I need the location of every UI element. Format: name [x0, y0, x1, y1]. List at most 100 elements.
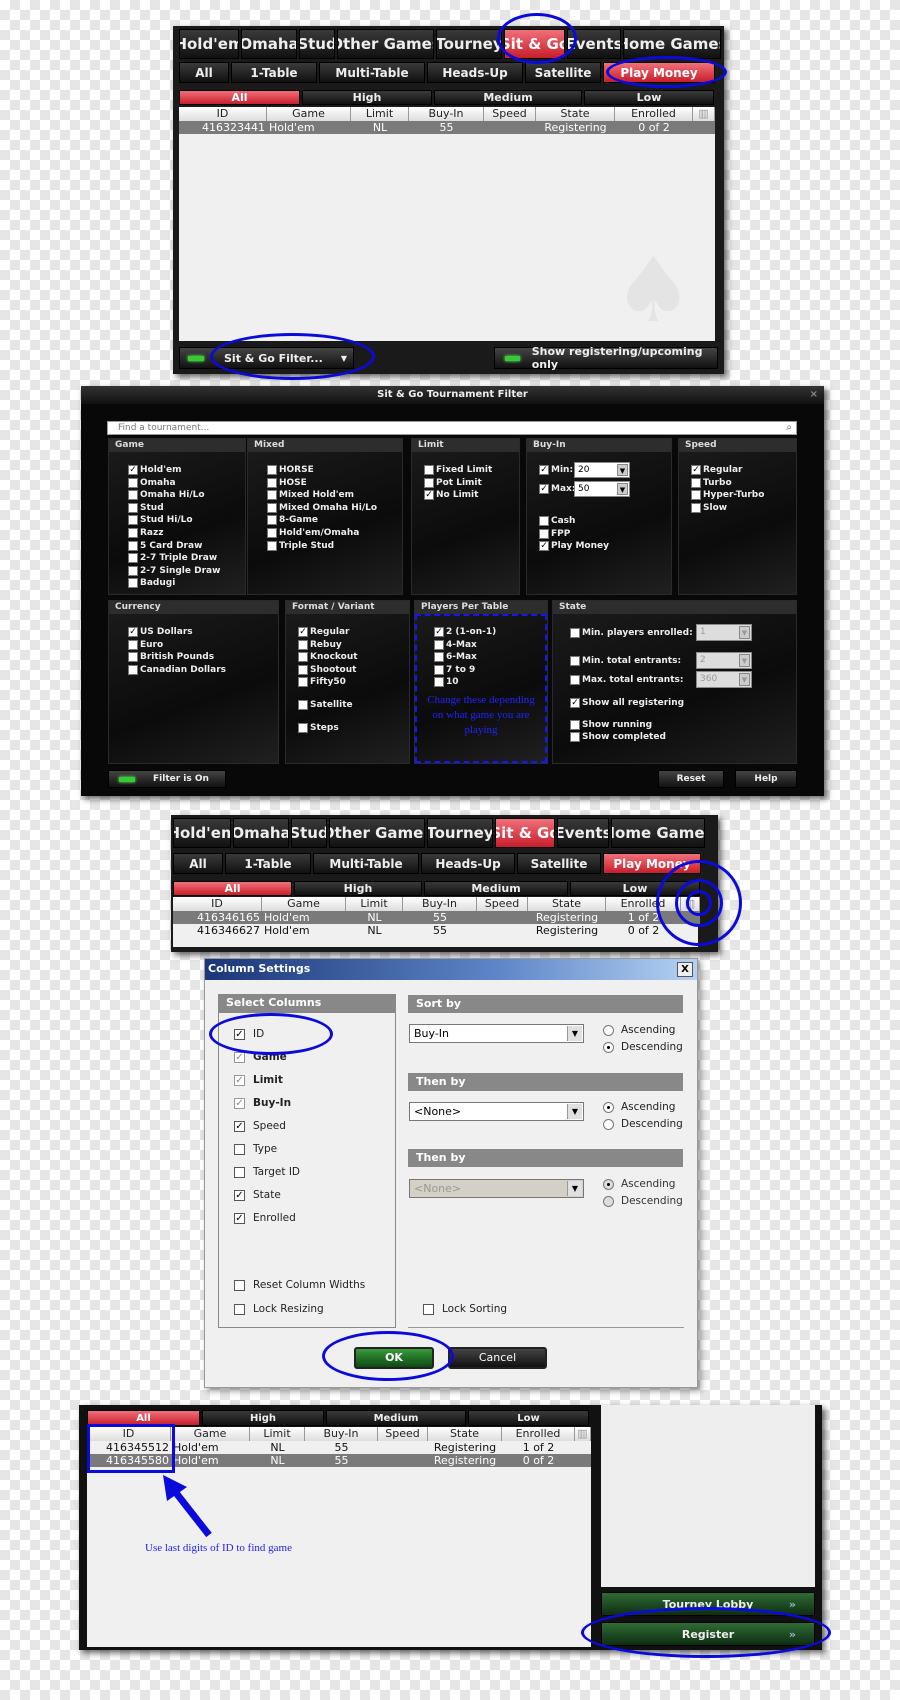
- column-header-enrolled[interactable]: Enrolled: [502, 1427, 575, 1441]
- checkbox-column-speed[interactable]: ✓: [234, 1121, 245, 1132]
- column-header-game[interactable]: Game: [262, 897, 346, 911]
- checkbox-lock-sorting[interactable]: [423, 1304, 434, 1315]
- checkbox-euro[interactable]: Euro: [128, 639, 163, 650]
- checkbox-us-dollars[interactable]: ✓ US Dollars: [128, 627, 193, 637]
- filter-is-on-button[interactable]: Filter is On: [108, 770, 226, 788]
- checkbox-box[interactable]: [570, 628, 580, 638]
- tab-play-money[interactable]: Play Money: [603, 853, 701, 874]
- ok-button[interactable]: OK: [354, 1347, 434, 1369]
- checkbox-regular[interactable]: ✓ Regular: [298, 627, 349, 637]
- checkbox-british-pounds[interactable]: British Pounds: [128, 652, 214, 663]
- checkbox-fixed-limit[interactable]: Fixed Limit: [424, 465, 492, 475]
- column-header-limit[interactable]: Limit: [351, 107, 409, 121]
- checkbox-box[interactable]: ✓: [539, 484, 549, 494]
- checkbox-horse[interactable]: HORSE: [267, 465, 314, 475]
- checkbox-box[interactable]: ✓: [128, 465, 138, 475]
- table-row[interactable]: 416346165 Hold'em NL 55 Registering 1 of 2: [173, 911, 700, 924]
- checkbox-buyin-max[interactable]: ✓ Max:: [539, 484, 575, 494]
- checkbox-box[interactable]: [128, 540, 138, 551]
- checkbox-box[interactable]: [267, 465, 277, 475]
- column-header-speed[interactable]: Speed: [484, 107, 536, 121]
- tab-1-table[interactable]: 1-Table: [225, 853, 311, 874]
- checkbox-box[interactable]: ✓: [539, 541, 549, 552]
- buyin-min-select[interactable]: 20 ▼: [574, 462, 630, 478]
- checkbox-show-running[interactable]: Show running: [570, 720, 652, 730]
- checkbox-box[interactable]: [298, 639, 308, 650]
- checkbox-box[interactable]: ✓: [691, 465, 701, 475]
- checkbox-box[interactable]: [539, 516, 549, 526]
- checkbox-5-card-draw[interactable]: 5 Card Draw: [128, 540, 202, 551]
- checkbox-box[interactable]: ✓: [298, 627, 308, 637]
- checkbox-box[interactable]: [267, 540, 277, 551]
- table-row[interactable]: 416346627 Hold'em NL 55 Registering 0 of 2: [173, 924, 700, 937]
- checkbox-no-limit[interactable]: ✓ No Limit: [424, 490, 478, 501]
- checkbox-razz[interactable]: Razz: [128, 528, 163, 538]
- tab-events[interactable]: Events: [557, 818, 609, 848]
- dropdown-arrow-icon[interactable]: ▼: [739, 654, 750, 667]
- checkbox-stud[interactable]: Stud: [128, 502, 164, 513]
- tab-medium[interactable]: Medium: [424, 881, 568, 896]
- tab-low[interactable]: Low: [584, 90, 714, 105]
- checkbox-box[interactable]: [267, 490, 277, 501]
- checkbox-box[interactable]: [570, 675, 580, 685]
- checkbox-reset-widths[interactable]: [234, 1280, 245, 1291]
- checkbox-2-7-triple-draw[interactable]: 2-7 Triple Draw: [128, 553, 217, 564]
- close-button[interactable]: X: [677, 962, 693, 977]
- checkbox-rebuy[interactable]: Rebuy: [298, 639, 342, 650]
- checkbox-box[interactable]: [128, 664, 138, 675]
- checkbox-mixed-omaha-hi-lo[interactable]: Mixed Omaha Hi/Lo: [267, 502, 377, 513]
- checkbox-box[interactable]: [691, 490, 701, 501]
- column-header-buy-in[interactable]: Buy-In: [409, 107, 484, 121]
- checkbox-10[interactable]: 10: [434, 677, 459, 688]
- checkbox-6-max[interactable]: 6-Max: [434, 652, 477, 663]
- dropdown-arrow-icon[interactable]: ▼: [617, 483, 628, 495]
- tab-events[interactable]: Events: [567, 29, 621, 59]
- column-header-id[interactable]: ID: [173, 897, 262, 911]
- select-then-by[interactable]: <None> ▼: [409, 1102, 584, 1121]
- checkbox-box[interactable]: [298, 652, 308, 663]
- buyin-max-select[interactable]: 50 ▼: [574, 481, 630, 497]
- checkbox-omaha-hi-lo[interactable]: Omaha Hi/Lo: [128, 490, 205, 501]
- checkbox-stud-hi-lo[interactable]: Stud Hi/Lo: [128, 515, 193, 526]
- column-header-game[interactable]: Game: [267, 107, 351, 121]
- checkbox-pot-limit[interactable]: Pot Limit: [424, 477, 482, 488]
- tab-home-games[interactable]: Home Games: [623, 29, 721, 59]
- checkbox-column-state[interactable]: ✓: [234, 1190, 245, 1201]
- checkbox-box[interactable]: [570, 656, 580, 666]
- select-max-entrants[interactable]: 360 ▼: [696, 671, 752, 688]
- checkbox-7-to-9[interactable]: 7 to 9: [434, 664, 475, 675]
- checkbox-box[interactable]: [128, 515, 138, 526]
- tab-medium[interactable]: Medium: [434, 90, 582, 105]
- checkbox-2-1-on-1[interactable]: ✓ 2 (1-on-1): [434, 627, 496, 637]
- radio-then-by-ascending[interactable]: [603, 1102, 614, 1113]
- dropdown-arrow-icon[interactable]: ▼: [739, 626, 750, 639]
- tab-home-games[interactable]: Home Games: [611, 818, 705, 848]
- checkbox-min-entrants[interactable]: Min. total entrants:: [570, 656, 681, 666]
- checkbox-box[interactable]: [434, 652, 444, 663]
- tab-tourney[interactable]: Tourney: [436, 29, 502, 59]
- tab-sit-go[interactable]: Sit & Go: [504, 29, 565, 59]
- checkbox-turbo[interactable]: Turbo: [691, 477, 732, 488]
- checkbox-box[interactable]: [434, 677, 444, 688]
- checkbox-show-all-registering[interactable]: ✓ Show all registering: [570, 698, 684, 708]
- tab-hold-em[interactable]: Hold'em: [179, 29, 239, 59]
- checkbox-fpp[interactable]: FPP: [539, 528, 570, 539]
- checkbox-box[interactable]: [298, 700, 308, 710]
- search-icon[interactable]: ⌕: [786, 422, 792, 434]
- checkbox-box[interactable]: [298, 664, 308, 675]
- column-header-state[interactable]: State: [536, 107, 615, 121]
- checkbox-box[interactable]: [128, 477, 138, 488]
- tab-multi-table[interactable]: Multi-Table: [313, 853, 419, 874]
- checkbox-column-target-id[interactable]: [234, 1167, 245, 1178]
- checkbox-box[interactable]: [267, 515, 277, 526]
- checkbox-box[interactable]: [570, 720, 580, 730]
- tab-1-table[interactable]: 1-Table: [231, 62, 317, 83]
- checkbox-lock-resizing[interactable]: [234, 1304, 245, 1315]
- column-settings-icon[interactable]: ▥: [693, 107, 715, 121]
- checkbox-box[interactable]: [434, 639, 444, 650]
- search-tournament-input[interactable]: Find a tournament... ⌕: [107, 421, 797, 435]
- tab-tourney[interactable]: Tourney: [427, 818, 493, 848]
- column-settings-icon[interactable]: ▥: [681, 897, 700, 911]
- checkbox-box[interactable]: ✓: [128, 627, 138, 637]
- tab-satellite[interactable]: Satellite: [525, 62, 601, 83]
